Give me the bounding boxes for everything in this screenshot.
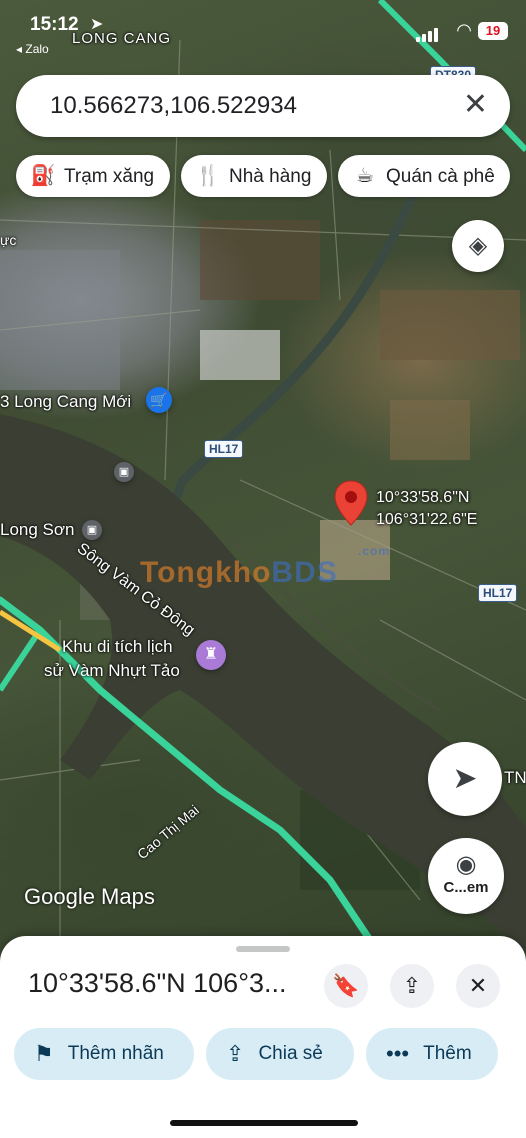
chip-restaurant-label: Nhà hàng — [229, 166, 312, 187]
map-label-long-cang-moi: 3 Long Cang Mới — [0, 392, 132, 411]
chip-restaurant[interactable]: 🍴 Nhà hàng — [181, 155, 327, 197]
add-label-text: Thêm nhãn — [67, 1043, 164, 1065]
close-icon: ✕ — [468, 973, 488, 998]
road-shield-hl17: HL17 — [204, 440, 244, 458]
google-maps-attribution: Google Maps — [24, 884, 155, 909]
bus-stop-icon[interactable]: ▣ — [114, 462, 134, 482]
camera-icon: ◉ — [455, 851, 477, 878]
home-indicator — [170, 1120, 358, 1126]
share-button[interactable]: ⇪ Chia sẻ — [206, 1028, 354, 1080]
search-query[interactable]: 10.566273,106.522934 — [50, 92, 297, 120]
save-button[interactable]: 🔖 — [324, 964, 368, 1008]
back-to-app-link[interactable]: ◂ Zalo — [16, 42, 49, 56]
more-button[interactable]: ••• Thêm — [366, 1028, 498, 1080]
wifi-icon: ◠ — [456, 20, 472, 40]
restaurant-icon: 🍴 — [195, 165, 221, 187]
add-label-button[interactable]: ⚑ Thêm nhãn — [14, 1028, 194, 1080]
map-label-long-cang: LONG CANG — [72, 30, 172, 47]
share-icon: ⇪ — [226, 1041, 245, 1066]
layers-button[interactable]: ◈ — [452, 220, 504, 272]
chip-coffee[interactable]: ☕ Quán cà phê — [338, 155, 510, 197]
lens-camera-button[interactable]: ◉ C...em — [428, 838, 504, 914]
share-icon: ⇪ — [402, 973, 422, 998]
watermark-suffix: .com — [358, 544, 391, 558]
satellite-map[interactable]: 15:12 ➤ ◂ Zalo ◠ 19 LONG CANG DT830 10.5… — [0, 0, 526, 960]
layers-icon: ◈ — [468, 232, 488, 259]
pin-lat: 10°33'58.6"N — [376, 489, 470, 506]
close-button[interactable]: ✕ — [456, 964, 500, 1008]
chip-gas-station-label: Trạm xăng — [64, 166, 155, 187]
clear-search-icon[interactable]: ✕ — [463, 89, 488, 121]
bus-stop-icon[interactable]: ▣ — [82, 520, 102, 540]
share-top-button[interactable]: ⇪ — [390, 964, 434, 1008]
place-title: 10°33'58.6"N 106°3... — [28, 968, 287, 998]
map-label-khu-di-tich-1: Khu di tích lịch — [62, 637, 173, 656]
map-label-khu-di-tich-2: sử Vàm Nhựt Tảo — [44, 661, 180, 680]
pin-coordinates: 10°33'58.6"N 106°31'22.6"E — [376, 487, 477, 531]
more-icon: ••• — [386, 1041, 410, 1066]
bookmark-icon: 🔖 — [332, 973, 360, 998]
map-label-street: ực — [0, 232, 17, 248]
landmark-icon[interactable]: ♜ — [196, 640, 226, 670]
lens-camera-label: C...em — [443, 879, 489, 896]
map-label-long-son: Long Sơn — [0, 520, 75, 539]
dropped-pin-icon[interactable] — [334, 480, 368, 531]
place-sheet[interactable]: 10°33'58.6"N 106°3... 🔖 ⇪ ✕ ⚑ Thêm nhãn ⇪… — [0, 936, 526, 1138]
map-terrain — [0, 0, 526, 960]
watermark-part2: BDS — [271, 556, 338, 589]
signal-icon — [416, 24, 440, 42]
chip-coffee-label: Quán cà phê — [386, 166, 495, 187]
watermark: TongkhoBDS .com — [140, 544, 389, 590]
road-shield-hl17: HL17 — [478, 584, 518, 602]
pin-lng: 106°31'22.6"E — [376, 511, 478, 528]
flag-icon: ⚑ — [34, 1041, 54, 1066]
share-text: Chia sẻ — [258, 1043, 323, 1065]
gas-station-icon: ⛽ — [30, 165, 56, 187]
coffee-icon: ☕ — [356, 165, 374, 187]
search-bar[interactable]: 10.566273,106.522934 ✕ — [16, 75, 510, 137]
my-location-button[interactable]: ➤ — [428, 742, 502, 816]
chip-gas-station[interactable]: ⛽ Trạm xăng — [16, 155, 170, 197]
navigation-arrow-icon: ➤ — [452, 762, 478, 795]
shopping-cart-icon[interactable]: 🛒 — [146, 387, 172, 413]
map-label-edge: TN — [504, 768, 526, 787]
more-text: Thêm — [423, 1043, 472, 1065]
battery-indicator: 19 — [478, 22, 508, 40]
sheet-drag-handle[interactable] — [236, 946, 290, 952]
watermark-part1: Tongkho — [140, 556, 272, 589]
